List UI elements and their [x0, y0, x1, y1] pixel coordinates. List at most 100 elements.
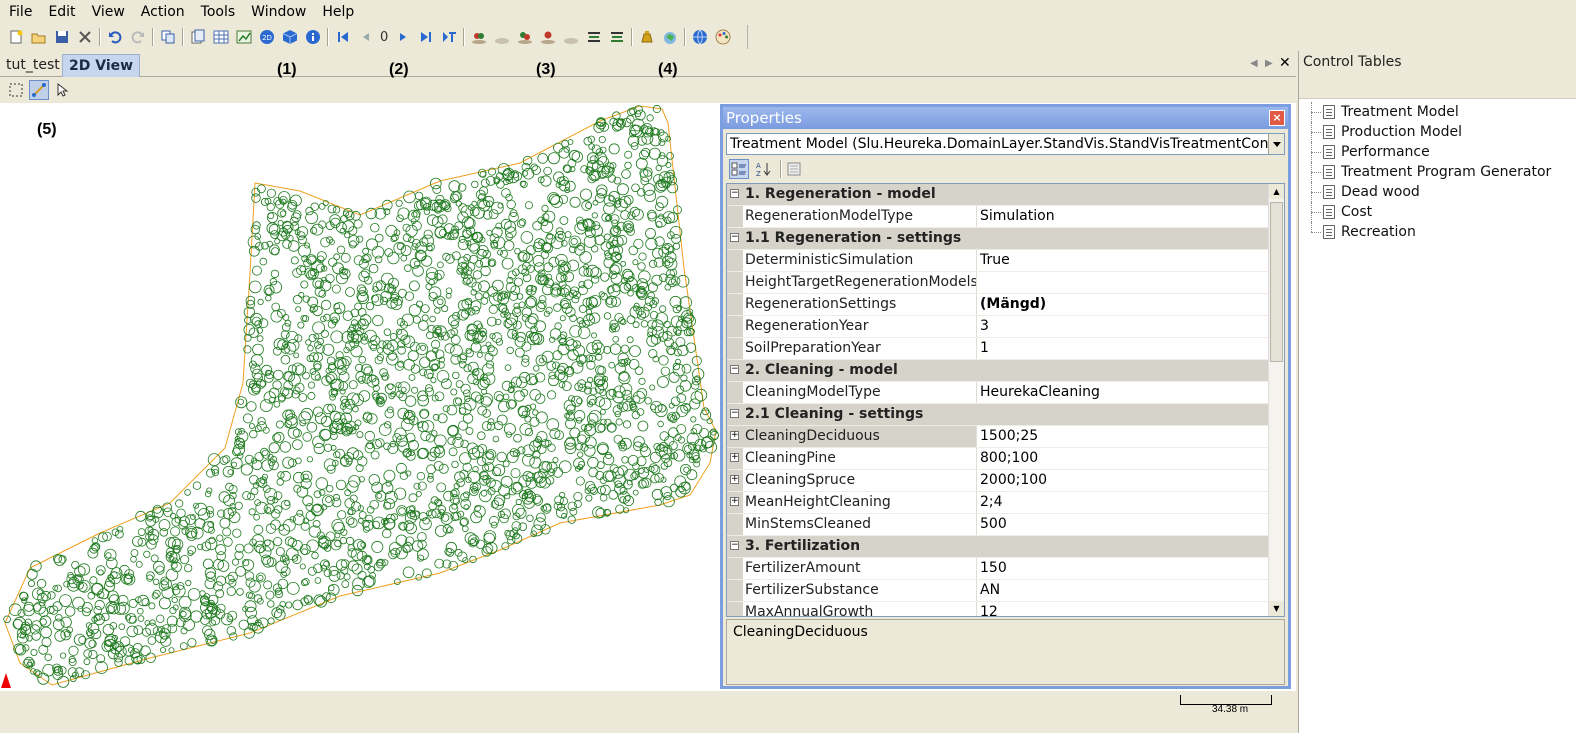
table-icon[interactable]: [212, 28, 230, 46]
property-value[interactable]: 3: [977, 316, 1270, 337]
tab-scroll-left-icon[interactable]: ◀: [1250, 58, 1258, 69]
redo-icon[interactable]: [129, 28, 147, 46]
prev-icon[interactable]: [357, 28, 375, 46]
tree-icon-7[interactable]: [608, 28, 626, 46]
property-value[interactable]: [977, 272, 1270, 293]
property-value[interactable]: 2000;100: [977, 470, 1270, 491]
open-icon[interactable]: [30, 28, 48, 46]
new-icon[interactable]: [7, 28, 25, 46]
next-icon[interactable]: [394, 28, 412, 46]
report-icon[interactable]: [189, 28, 207, 46]
scroll-thumb[interactable]: [1270, 202, 1283, 362]
info-icon[interactable]: [304, 28, 322, 46]
expand-icon[interactable]: +: [730, 475, 739, 484]
menu-help[interactable]: Help: [313, 0, 361, 25]
tree-icon-1[interactable]: [470, 28, 488, 46]
money-icon[interactable]: [638, 28, 656, 46]
property-row[interactable]: FertilizerAmount 150: [727, 558, 1270, 580]
collapse-icon[interactable]: −: [730, 233, 739, 242]
last-icon[interactable]: [417, 28, 435, 46]
tree-icon-5[interactable]: [562, 28, 580, 46]
property-category[interactable]: −1. Regeneration - model: [727, 184, 1270, 206]
control-table-item[interactable]: Recreation: [1299, 222, 1576, 242]
expand-icon[interactable]: +: [730, 431, 739, 440]
property-value[interactable]: AN: [977, 580, 1270, 601]
delete-icon[interactable]: [76, 28, 94, 46]
collapse-icon[interactable]: −: [730, 409, 739, 418]
property-value[interactable]: 800;100: [977, 448, 1270, 469]
property-value[interactable]: 12: [977, 602, 1270, 616]
tab-2d-view[interactable]: 2D View: [62, 54, 141, 77]
rectangle-select-icon[interactable]: [6, 80, 26, 100]
property-row[interactable]: RegenerationSettings (Mängd): [727, 294, 1270, 316]
map-canvas[interactable]: [0, 103, 722, 691]
tree-icon-3[interactable]: [516, 28, 534, 46]
object-selector[interactable]: Treatment Model (Slu.Heureka.DomainLayer…: [726, 133, 1285, 155]
menu-window[interactable]: Window: [242, 0, 313, 25]
3d-icon[interactable]: [281, 28, 299, 46]
collapse-icon[interactable]: −: [730, 189, 739, 198]
properties-title[interactable]: Properties: [723, 107, 1288, 129]
property-row[interactable]: + CleaningPine 800;100: [727, 448, 1270, 470]
chevron-down-icon[interactable]: [1268, 134, 1284, 154]
tab-scroll-right-icon[interactable]: ▶: [1265, 58, 1273, 69]
control-table-item[interactable]: Cost: [1299, 202, 1576, 222]
menu-file[interactable]: File: [0, 0, 39, 25]
alphabetical-icon[interactable]: AZ: [753, 159, 773, 179]
globe-icon[interactable]: [691, 28, 709, 46]
property-value[interactable]: Simulation: [977, 206, 1270, 227]
scroll-up-icon[interactable]: ▲: [1269, 184, 1284, 199]
property-row[interactable]: + CleaningSpruce 2000;100: [727, 470, 1270, 492]
map-icon[interactable]: [661, 28, 679, 46]
property-value[interactable]: (Mängd): [977, 294, 1270, 315]
property-value[interactable]: 1500;25: [977, 426, 1270, 447]
property-row[interactable]: FertilizerSubstance AN: [727, 580, 1270, 602]
control-table-item[interactable]: Dead wood: [1299, 182, 1576, 202]
collapse-icon[interactable]: −: [730, 365, 739, 374]
pointer-icon[interactable]: [52, 80, 72, 100]
polygon-select-icon[interactable]: [29, 80, 49, 100]
palette-icon[interactable]: [714, 28, 732, 46]
menu-view[interactable]: View: [83, 0, 132, 25]
menu-action[interactable]: Action: [132, 0, 192, 25]
property-pages-icon[interactable]: [784, 159, 804, 179]
control-table-item[interactable]: Treatment Model: [1299, 102, 1576, 122]
property-value[interactable]: 500: [977, 514, 1270, 535]
expand-icon[interactable]: +: [730, 453, 739, 462]
property-row[interactable]: MaxAnnualGrowth 12: [727, 602, 1270, 616]
chart-icon[interactable]: [235, 28, 253, 46]
tree-icon-4[interactable]: [539, 28, 557, 46]
undo-icon[interactable]: [106, 28, 124, 46]
property-row[interactable]: HeightTargetRegenerationModels: [727, 272, 1270, 294]
categorized-icon[interactable]: [729, 159, 749, 179]
property-row[interactable]: SoilPreparationYear 1: [727, 338, 1270, 360]
property-category[interactable]: −1.1 Regeneration - settings: [727, 228, 1270, 250]
property-row[interactable]: + CleaningDeciduous 1500;25: [727, 426, 1270, 448]
first-icon[interactable]: [334, 28, 352, 46]
close-icon[interactable]: ×: [1269, 110, 1285, 126]
property-value[interactable]: HeurekaCleaning: [977, 382, 1270, 403]
goto-icon[interactable]: [440, 28, 458, 46]
scroll-down-icon[interactable]: ▼: [1269, 601, 1284, 616]
stand-map[interactable]: [0, 103, 722, 691]
property-row[interactable]: + MeanHeightCleaning 2;4: [727, 492, 1270, 514]
property-value[interactable]: 1: [977, 338, 1270, 359]
property-grid-scrollbar[interactable]: ▲ ▼: [1268, 184, 1284, 616]
control-table-item[interactable]: Production Model: [1299, 122, 1576, 142]
tree-icon-6[interactable]: [585, 28, 603, 46]
property-category[interactable]: −2. Cleaning - model: [727, 360, 1270, 382]
expand-icon[interactable]: +: [730, 497, 739, 506]
menu-tools[interactable]: Tools: [192, 0, 243, 25]
property-row[interactable]: RegenerationYear 3: [727, 316, 1270, 338]
property-category[interactable]: −2.1 Cleaning - settings: [727, 404, 1270, 426]
control-table-item[interactable]: Treatment Program Generator: [1299, 162, 1576, 182]
control-table-item[interactable]: Performance: [1299, 142, 1576, 162]
tab-tut-test[interactable]: tut_test: [0, 54, 66, 77]
property-value[interactable]: True: [977, 250, 1270, 271]
property-row[interactable]: RegenerationModelType Simulation: [727, 206, 1270, 228]
save-icon[interactable]: [53, 28, 71, 46]
tab-close-icon[interactable]: ✕: [1279, 55, 1291, 71]
property-row[interactable]: CleaningModelType HeurekaCleaning: [727, 382, 1270, 404]
collapse-icon[interactable]: −: [730, 541, 739, 550]
2d-icon[interactable]: 2D: [258, 28, 276, 46]
